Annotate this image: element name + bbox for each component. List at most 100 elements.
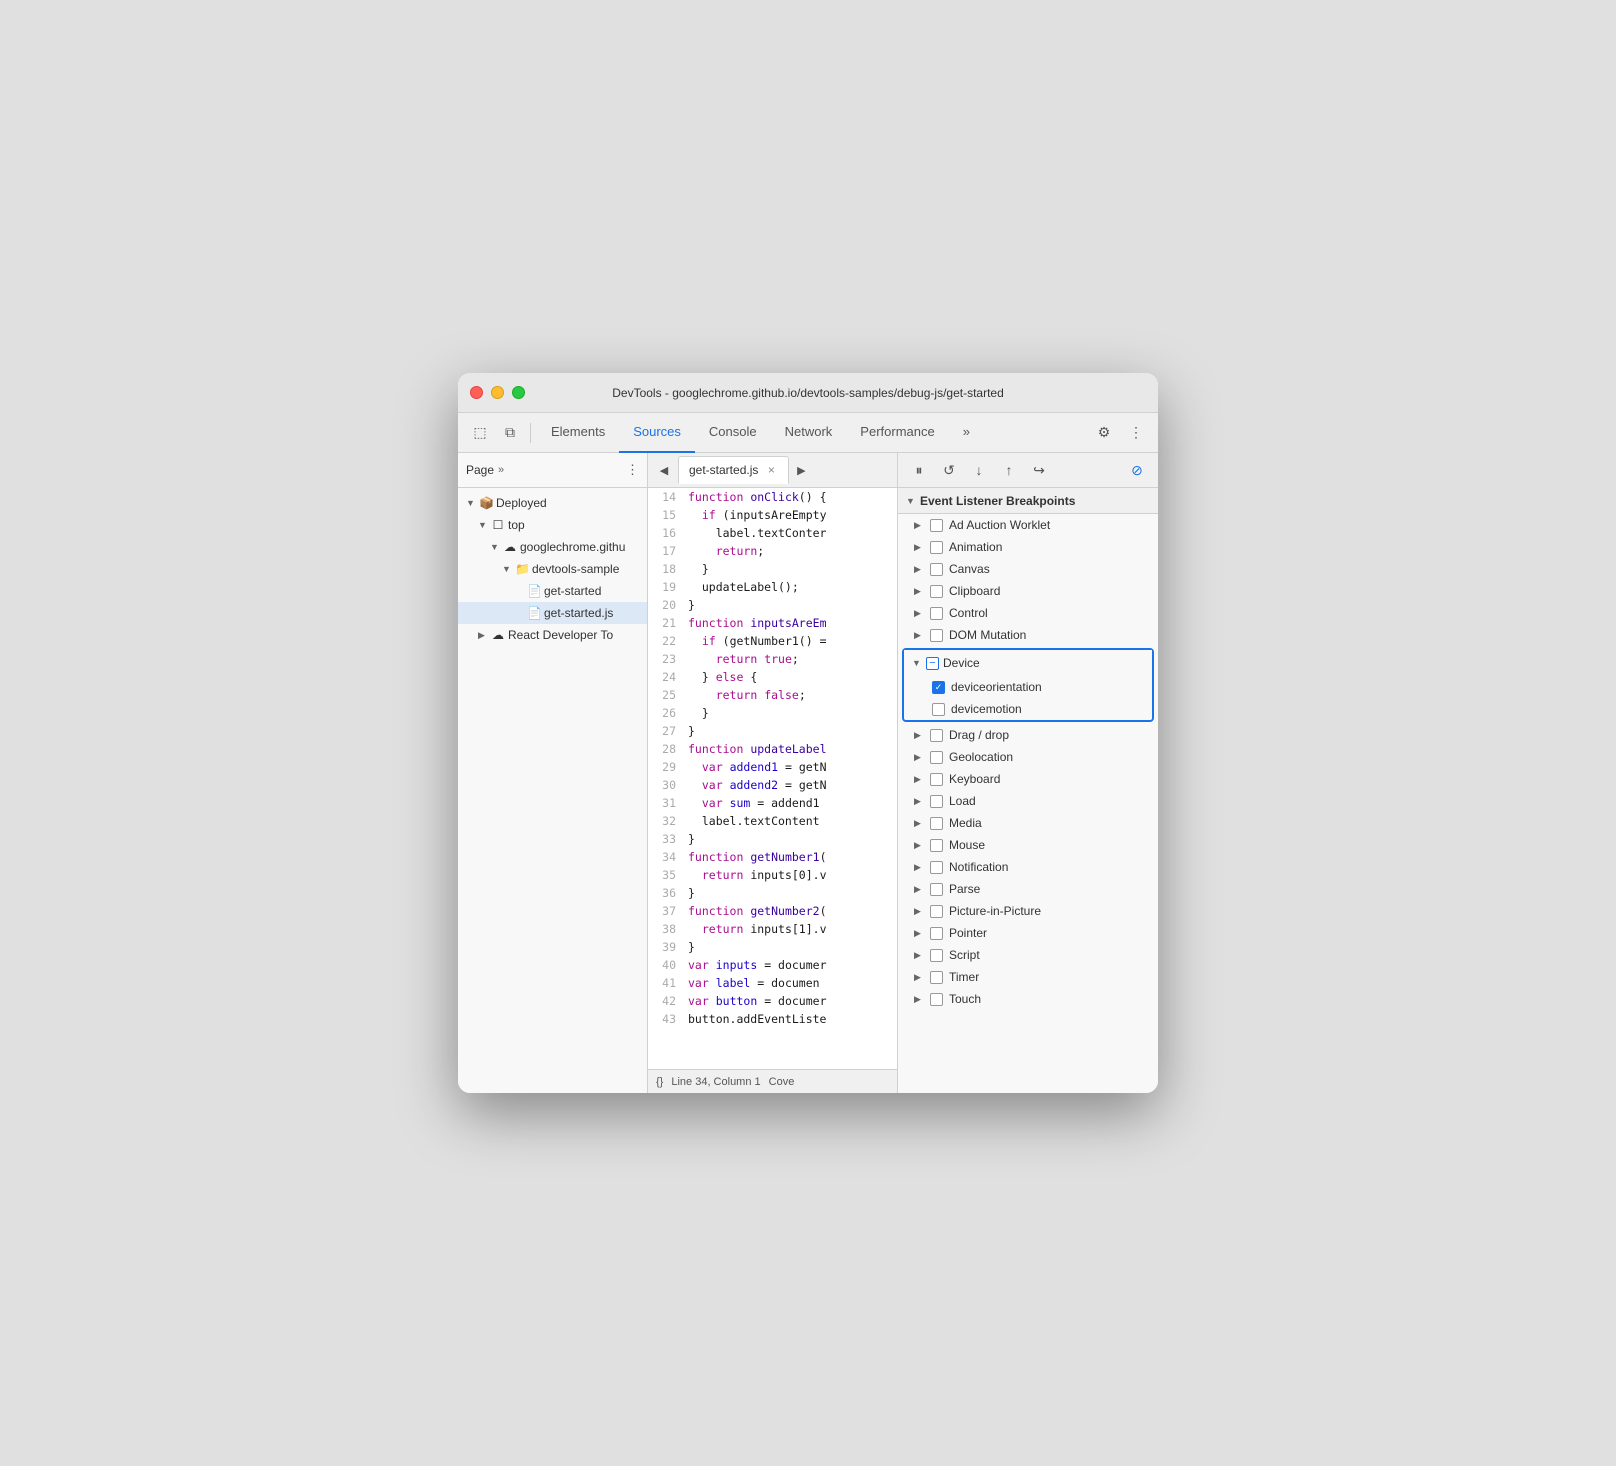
code-area[interactable]: 14 function onClick() { 15 if (inputsAre… <box>648 488 897 1069</box>
close-button[interactable] <box>470 386 483 399</box>
get-started-label: get-started <box>544 584 601 598</box>
code-line-41: 41 var label = documen <box>648 974 897 992</box>
bp-checkbox-touch[interactable] <box>930 993 943 1006</box>
panel-menu-icon[interactable]: ⋮ <box>626 462 639 478</box>
main-toolbar: ⬚ ⧉ Elements Sources Console Network Per… <box>458 413 1158 453</box>
bp-item-devicemotion[interactable]: devicemotion <box>904 698 1152 720</box>
bp-checkbox-script[interactable] <box>930 949 943 962</box>
format-button[interactable]: {} <box>656 1076 663 1088</box>
tab-sources[interactable]: Sources <box>619 413 695 453</box>
bp-item-dom[interactable]: ▶ DOM Mutation <box>898 624 1158 646</box>
deactivate-breakpoints[interactable]: ⊘ <box>1124 457 1150 483</box>
step-into-button[interactable]: ↓ <box>966 457 992 483</box>
js-file-icon: 📄 <box>527 606 541 620</box>
inspector-icon[interactable]: ⬚ <box>466 419 494 447</box>
bp-checkbox-pointer[interactable] <box>930 927 943 940</box>
bp-checkbox-control[interactable] <box>930 607 943 620</box>
bp-item-timer[interactable]: ▶ Timer <box>898 966 1158 988</box>
tab-elements[interactable]: Elements <box>537 413 619 453</box>
tree-item-top[interactable]: ▼ ☐ top <box>458 514 647 536</box>
event-listener-breakpoints-header[interactable]: ▼ Event Listener Breakpoints <box>898 488 1158 514</box>
bp-checkbox-drag[interactable] <box>930 729 943 742</box>
bp-item-pip[interactable]: ▶ Picture-in-Picture <box>898 900 1158 922</box>
bp-checkbox-dom[interactable] <box>930 629 943 642</box>
bp-item-parse[interactable]: ▶ Parse <box>898 878 1158 900</box>
tab-console[interactable]: Console <box>695 413 771 453</box>
step-over-button[interactable]: ↺ <box>936 457 962 483</box>
bp-item-keyboard[interactable]: ▶ Keyboard <box>898 768 1158 790</box>
bp-item-load[interactable]: ▶ Load <box>898 790 1158 812</box>
bp-checkbox-deviceorientation[interactable] <box>932 681 945 694</box>
editor-tab-close-button[interactable]: × <box>764 463 778 477</box>
bp-item-deviceorientation[interactable]: deviceorientation <box>904 676 1152 698</box>
bp-item-clipboard[interactable]: ▶ Clipboard <box>898 580 1158 602</box>
editor-tab-get-started-js[interactable]: get-started.js × <box>678 456 789 484</box>
bp-item-drag[interactable]: ▶ Drag / drop <box>898 724 1158 746</box>
tab-more[interactable]: » <box>949 413 984 453</box>
bp-item-animation[interactable]: ▶ Animation <box>898 536 1158 558</box>
bp-checkbox-pip[interactable] <box>930 905 943 918</box>
tree-item-devtools-sample[interactable]: ▼ 📁 devtools-sample <box>458 558 647 580</box>
bp-checkbox-device[interactable] <box>926 657 939 670</box>
bp-checkbox-notification[interactable] <box>930 861 943 874</box>
bp-checkbox-animation[interactable] <box>930 541 943 554</box>
bp-checkbox-devicemotion[interactable] <box>932 703 945 716</box>
bp-item-device[interactable]: ▼ Device <box>904 650 1152 676</box>
bp-checkbox-mouse[interactable] <box>930 839 943 852</box>
file-icon: 📄 <box>527 584 541 598</box>
code-line-29: 29 var addend1 = getN <box>648 758 897 776</box>
tree-arrow-react: ▶ <box>478 630 488 641</box>
tab-prev-button[interactable]: ◀ <box>652 458 676 482</box>
tree-item-deployed[interactable]: ▼ 📦 Deployed <box>458 492 647 514</box>
bp-item-pointer[interactable]: ▶ Pointer <box>898 922 1158 944</box>
code-line-23: 23 return true; <box>648 650 897 668</box>
device-icon[interactable]: ⧉ <box>496 419 524 447</box>
code-line-15: 15 if (inputsAreEmpty <box>648 506 897 524</box>
bp-item-mouse[interactable]: ▶ Mouse <box>898 834 1158 856</box>
bp-label-timer: Timer <box>949 970 979 984</box>
bp-checkbox-parse[interactable] <box>930 883 943 896</box>
tree-item-get-started-js[interactable]: 📄 get-started.js <box>458 602 647 624</box>
settings-icon[interactable]: ⚙ <box>1090 419 1118 447</box>
bp-item-touch[interactable]: ▶ Touch <box>898 988 1158 1010</box>
bp-arrow-ad: ▶ <box>914 520 924 531</box>
step-out-button[interactable]: ↑ <box>996 457 1022 483</box>
tree-item-googlechrome[interactable]: ▼ ☁ googlechrome.githu <box>458 536 647 558</box>
bp-checkbox-canvas[interactable] <box>930 563 943 576</box>
bp-item-notification[interactable]: ▶ Notification <box>898 856 1158 878</box>
tab-network[interactable]: Network <box>771 413 847 453</box>
minimize-button[interactable] <box>491 386 504 399</box>
bp-checkbox-load[interactable] <box>930 795 943 808</box>
bp-item-canvas[interactable]: ▶ Canvas <box>898 558 1158 580</box>
bp-label-animation: Animation <box>949 540 1002 554</box>
maximize-button[interactable] <box>512 386 525 399</box>
code-line-19: 19 updateLabel(); <box>648 578 897 596</box>
tree-item-get-started[interactable]: 📄 get-started <box>458 580 647 602</box>
bp-checkbox-ad[interactable] <box>930 519 943 532</box>
tab-performance[interactable]: Performance <box>846 413 948 453</box>
bp-item-ad-auction[interactable]: ▶ Ad Auction Worklet <box>898 514 1158 536</box>
bp-checkbox-timer[interactable] <box>930 971 943 984</box>
page-more[interactable]: » <box>498 464 504 476</box>
bp-item-geolocation[interactable]: ▶ Geolocation <box>898 746 1158 768</box>
bp-checkbox-keyboard[interactable] <box>930 773 943 786</box>
bp-item-media[interactable]: ▶ Media <box>898 812 1158 834</box>
bp-checkbox-clipboard[interactable] <box>930 585 943 598</box>
tree-item-react[interactable]: ▶ ☁ React Developer To <box>458 624 647 646</box>
bp-item-script[interactable]: ▶ Script <box>898 944 1158 966</box>
toolbar-separator <box>530 423 531 443</box>
code-line-16: 16 label.textConter <box>648 524 897 542</box>
deactivate-icon[interactable]: ⊘ <box>1124 457 1150 483</box>
step-button[interactable]: ↪ <box>1026 457 1052 483</box>
bp-label-device: Device <box>943 656 980 670</box>
devtools-window: DevTools - googlechrome.github.io/devtoo… <box>458 373 1158 1093</box>
tab-next-button[interactable]: ▶ <box>789 458 813 482</box>
more-icon[interactable]: ⋮ <box>1122 419 1150 447</box>
bp-checkbox-media[interactable] <box>930 817 943 830</box>
deployed-icon: 📦 <box>479 496 493 510</box>
bp-checkbox-geolocation[interactable] <box>930 751 943 764</box>
panel-actions: ⋮ <box>626 462 639 478</box>
editor-tabs: ◀ get-started.js × ▶ <box>648 453 897 488</box>
bp-item-control[interactable]: ▶ Control <box>898 602 1158 624</box>
pause-button[interactable]: ⏸ <box>906 457 932 483</box>
